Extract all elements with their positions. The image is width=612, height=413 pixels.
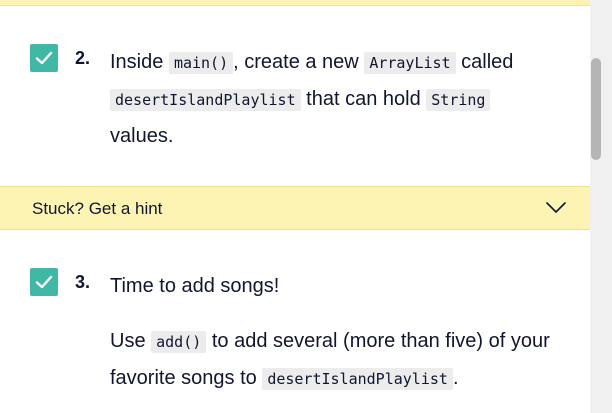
- inline-code: desertIslandPlaylist: [110, 89, 301, 111]
- task-checkbox-2[interactable]: [30, 44, 58, 72]
- text-span: Use: [110, 330, 152, 352]
- hint-toggle[interactable]: Stuck? Get a hint: [0, 186, 590, 230]
- text-span: Inside: [110, 51, 169, 73]
- hint-label: Stuck? Get a hint: [32, 199, 163, 218]
- inline-code: String: [426, 89, 491, 111]
- instructions-panel: 2. Inside main(), create a new ArrayList…: [0, 0, 612, 413]
- inline-code: desertIslandPlaylist: [262, 368, 453, 390]
- inline-code: main(): [168, 52, 234, 74]
- checkmark-icon: [35, 51, 53, 65]
- task-body: Use add() to add several (more than five…: [110, 323, 580, 397]
- chevron-down-icon: [546, 202, 566, 213]
- inline-code: add(): [151, 331, 207, 353]
- text-span: values.: [110, 125, 174, 147]
- checkmark-icon: [35, 275, 53, 289]
- task-number: 3.: [75, 272, 91, 292]
- text-span: that can hold: [300, 88, 427, 110]
- text-span: called: [455, 51, 514, 73]
- task-title: Time to add songs!: [110, 275, 280, 297]
- text-span: , create a new: [233, 51, 365, 73]
- previous-hint-bar[interactable]: [0, 0, 590, 6]
- text-span: .: [452, 367, 459, 389]
- scrollbar-thumb[interactable]: [591, 58, 601, 160]
- task-number: 2.: [75, 48, 91, 68]
- inline-code: ArrayList: [364, 52, 456, 74]
- task-checkbox-3[interactable]: [30, 268, 58, 296]
- task-description: Time to add songs! Use add() to add seve…: [110, 268, 580, 397]
- task-description: Inside main(), create a new ArrayList ca…: [110, 44, 580, 154]
